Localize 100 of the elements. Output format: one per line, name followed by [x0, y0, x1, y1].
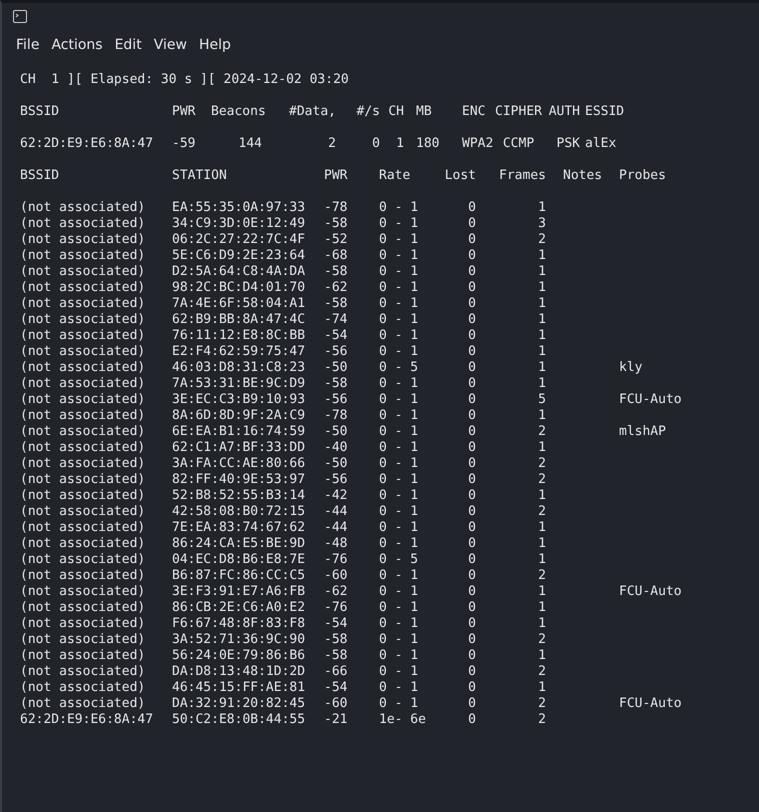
- table-cell-text: PSK: [556, 136, 581, 152]
- table-cell-text: 0 - 1: [379, 200, 420, 216]
- table-cell-text: DA:32:91:20:82:45: [172, 696, 306, 712]
- table-cell-text: D2:5A:64:C8:4A:DA: [172, 264, 306, 280]
- table-cell-text: 0 - 1: [379, 648, 420, 664]
- table-cell-text: 0: [467, 712, 476, 728]
- table-cell-text: -76: [324, 600, 348, 616]
- table-cell-text: 1: [537, 360, 546, 376]
- table-cell-text: 0 - 1: [379, 440, 420, 456]
- column-header: PWR: [324, 168, 348, 184]
- table-cell-text: 46:45:15:FF:AE:81: [172, 680, 306, 696]
- table-cell-text: (not associated): [20, 456, 146, 472]
- table-cell-text: -58: [324, 648, 348, 664]
- table-cell-text: (not associated): [20, 552, 146, 568]
- table-cell-text: (not associated): [20, 584, 146, 600]
- table-cell-text: (not associated): [20, 488, 146, 504]
- table-cell-text: -58: [324, 632, 348, 648]
- table-cell-text: 0 - 1: [379, 632, 420, 648]
- table-cell-text: 7A:53:31:BE:9C:D9: [172, 376, 306, 392]
- status-line: CH 1 ][ Elapsed: 30 s ][ 2024-12-02 03:20: [20, 72, 350, 88]
- table-cell-text: -60: [324, 696, 348, 712]
- column-header: #Data,: [288, 104, 337, 120]
- table-cell-text: -21: [324, 712, 348, 728]
- table-cell-text: 0: [467, 248, 476, 264]
- table-cell-text: -76: [324, 552, 348, 568]
- column-header: #/s: [356, 104, 380, 120]
- table-cell-text: 0: [467, 664, 476, 680]
- table-cell-text: 0: [467, 392, 476, 408]
- table-cell-text: 1: [537, 376, 546, 392]
- table-cell-text: 2: [537, 456, 546, 472]
- column-header: Lost: [444, 168, 476, 184]
- table-cell-text: B6:87:FC:86:CC:C5: [172, 568, 306, 584]
- table-cell-text: 86:24:CA:E5:BE:9D: [172, 536, 306, 552]
- table-cell-text: 0: [467, 488, 476, 504]
- menu-item[interactable]: File: [16, 37, 48, 53]
- column-header: AUTH: [548, 104, 581, 120]
- table-cell-text: 1: [537, 200, 546, 216]
- table-cell-text: 0 - 1: [379, 264, 420, 280]
- column-header: CIPHER: [494, 104, 543, 120]
- table-cell-text: -56: [324, 392, 348, 408]
- table-cell-text: 0: [467, 536, 476, 552]
- table-cell-text: 0 - 1: [379, 424, 420, 440]
- table-cell-text: -78: [324, 200, 348, 216]
- table-cell-text: (not associated): [20, 536, 146, 552]
- table-cell-text: 0 - 1: [379, 664, 420, 680]
- table-cell-text: 0: [467, 568, 476, 584]
- table-cell-text: 0 - 1: [379, 376, 420, 392]
- table-cell-text: 0 - 1: [379, 600, 420, 616]
- table-cell-text: 1: [537, 408, 546, 424]
- column-header: Probes: [619, 168, 667, 184]
- table-cell-text: 0 - 1: [379, 680, 420, 696]
- table-cell-text: 1: [537, 600, 546, 616]
- column-header: STATION: [172, 168, 228, 184]
- table-cell-text: 62:2D:E9:E6:8A:47: [20, 712, 154, 728]
- table-cell-text: 3E:EC:C3:B9:10:93: [172, 392, 306, 408]
- table-cell-text: (not associated): [20, 360, 146, 376]
- table-cell-text: 2: [327, 136, 337, 152]
- table-cell-text: 0: [467, 408, 476, 424]
- table-cell-text: 8A:6D:8D:9F:2A:C9: [172, 408, 306, 424]
- table-cell-text: (not associated): [20, 392, 146, 408]
- table-cell-text: 0: [467, 504, 476, 520]
- table-cell-text: kly: [619, 360, 644, 376]
- menu-item[interactable]: Actions: [51, 37, 111, 53]
- table-cell-text: 2: [537, 472, 546, 488]
- table-cell-text: (not associated): [20, 296, 146, 312]
- table-cell-text: 52:B8:52:55:B3:14: [172, 488, 306, 504]
- table-cell-text: FCU-Auto: [619, 696, 683, 712]
- table-cell-text: 82:FF:40:9E:53:97: [172, 472, 306, 488]
- table-cell-text: alEx: [585, 136, 618, 152]
- table-cell-text: (not associated): [20, 680, 146, 696]
- table-cell-text: 0: [467, 520, 476, 536]
- table-cell-text: 0: [467, 232, 476, 248]
- table-cell-text: -54: [324, 680, 348, 696]
- menu-item[interactable]: View: [154, 37, 195, 53]
- table-cell-text: (not associated): [20, 504, 146, 520]
- table-cell-text: 0 - 1: [379, 248, 420, 264]
- menu-item[interactable]: Edit: [114, 37, 150, 53]
- table-cell-text: 0 - 1: [379, 504, 420, 520]
- column-header: CH: [387, 104, 405, 120]
- table-cell-text: -52: [324, 232, 348, 248]
- table-cell-text: (not associated): [20, 280, 146, 296]
- table-cell-text: 2: [537, 712, 546, 728]
- table-cell-text: 0 - 1: [379, 536, 420, 552]
- table-cell-text: 1: [537, 312, 546, 328]
- table-cell-text: 0: [467, 648, 476, 664]
- menu-item[interactable]: Help: [198, 37, 239, 53]
- table-cell-text: -62: [324, 280, 348, 296]
- table-cell-text: 0 - 1: [379, 296, 420, 312]
- table-cell-text: (not associated): [20, 664, 146, 680]
- table-cell-text: -40: [324, 440, 348, 456]
- table-cell-text: 3A:FA:CC:AE:80:66: [172, 456, 306, 472]
- table-cell-text: 0: [467, 200, 476, 216]
- table-cell-text: -58: [324, 264, 348, 280]
- table-cell-text: 0 - 1: [379, 696, 420, 712]
- table-cell-text: 34:C9:3D:0E:12:49: [172, 216, 306, 232]
- table-cell-text: 0: [467, 328, 476, 344]
- table-cell-text: 1: [537, 280, 546, 296]
- table-cell-text: 04:EC:D8:B6:E8:7E: [172, 552, 306, 568]
- column-header: ENC: [461, 104, 486, 120]
- table-cell-text: 0 - 5: [379, 360, 420, 376]
